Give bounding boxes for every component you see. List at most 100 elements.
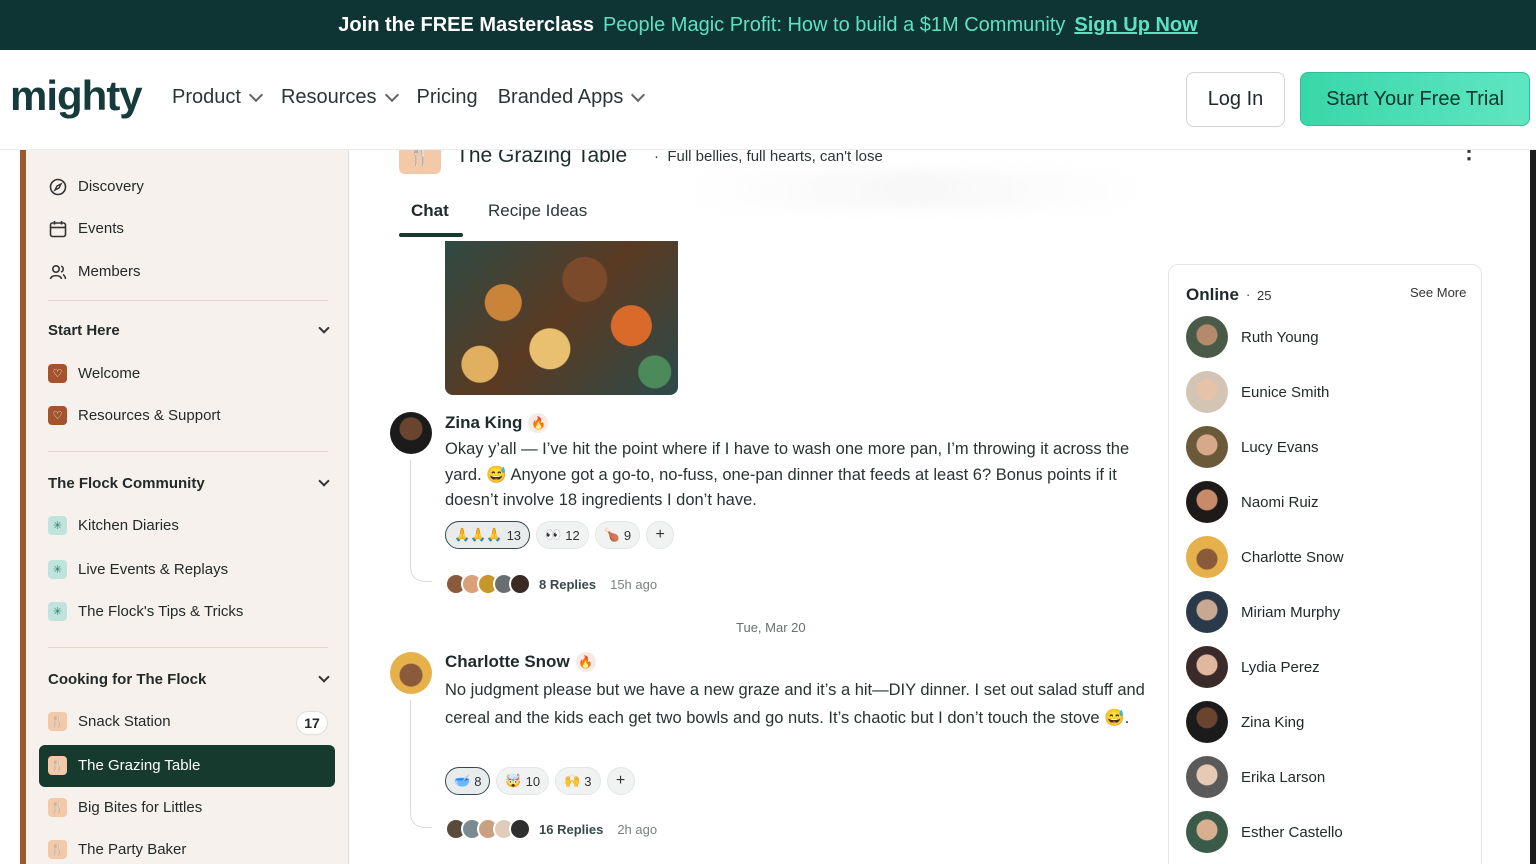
reaction-bowl[interactable]: 🥣 8 — [445, 767, 491, 795]
sidebar-item-label: Discovery — [78, 178, 144, 195]
login-button[interactable]: Log In — [1186, 72, 1285, 127]
reaction-pray[interactable]: 🙏🙏🙏 13 — [445, 521, 531, 549]
member-name: Eunice Smith — [1241, 383, 1330, 401]
reaction-mindblown[interactable]: 🤯 10 — [496, 767, 550, 795]
reply-avatars — [445, 573, 531, 595]
section-start-here[interactable]: Start Here — [48, 321, 330, 339]
reaction-drumstick[interactable]: 🍗 9 — [594, 521, 641, 549]
fire-badge-icon: 🔥 — [575, 652, 596, 672]
reaction-count: 3 — [584, 773, 592, 789]
tab-recipe-ideas[interactable]: Recipe Ideas — [488, 201, 587, 221]
avatar — [1186, 426, 1228, 468]
online-count: 25 — [1257, 288, 1272, 303]
sidebar-item-tips-tricks[interactable]: ✳ The Flock's Tips & Tricks — [48, 602, 243, 621]
avatar[interactable] — [390, 412, 432, 454]
sidebar-item-label: Members — [78, 263, 141, 280]
message-text: No judgment please but we have a new gra… — [445, 681, 1145, 727]
utensils-icon: 🍴 — [48, 798, 67, 817]
chevron-down-icon — [248, 87, 264, 102]
reaction-eyes[interactable]: 👀 12 — [536, 521, 589, 549]
sidebar-item-live-events[interactable]: ✳ Live Events & Replays — [48, 560, 228, 579]
member-name: Charlotte Snow — [1241, 548, 1344, 566]
section-cooking-flock[interactable]: Cooking for The Flock — [48, 670, 330, 688]
see-more-link[interactable]: See More — [1410, 285, 1466, 300]
compass-icon — [48, 177, 67, 196]
tagline-text: Full bellies, full hearts, can't lose — [667, 150, 883, 165]
online-member[interactable]: Lucy Evans — [1186, 426, 1319, 468]
replies-count[interactable]: 16 Replies — [539, 822, 603, 837]
active-tab-indicator — [399, 233, 463, 237]
replies-count[interactable]: 8 Replies — [539, 577, 596, 592]
section-flock-community[interactable]: The Flock Community — [48, 474, 330, 492]
food-image[interactable] — [445, 241, 678, 395]
avatar — [1186, 811, 1228, 853]
sidebar-item-big-bites[interactable]: 🍴 Big Bites for Littles — [48, 798, 202, 817]
channel-tagline: · Full bellies, full hearts, can't lose — [654, 150, 883, 165]
message-author[interactable]: Charlotte Snow 🔥 — [445, 652, 596, 672]
online-member[interactable]: Esther Castello — [1186, 811, 1343, 853]
utensils-icon: 🍴 — [48, 712, 67, 731]
tab-chat[interactable]: Chat — [411, 201, 449, 221]
promo-banner: Join the FREE Masterclass People Magic P… — [0, 0, 1536, 50]
promo-lead: Join the FREE Masterclass — [338, 13, 594, 36]
chevron-down-icon — [318, 474, 330, 487]
avatar — [1186, 701, 1228, 743]
sidebar-item-snack-station[interactable]: 🍴 Snack Station — [48, 712, 171, 731]
reaction-bar: 🥣 8 🤯 10 🙌 3 + — [445, 767, 635, 795]
reaction-count: 13 — [506, 527, 522, 543]
online-member[interactable]: Ruth Young — [1186, 316, 1319, 358]
sidebar-item-members[interactable]: Members — [48, 262, 141, 281]
mighty-logo[interactable]: mighty — [10, 72, 143, 120]
member-name: Lydia Perez — [1241, 658, 1320, 676]
add-reaction-button[interactable]: + — [646, 521, 675, 549]
section-title: Cooking for The Flock — [48, 671, 207, 688]
sidebar-item-welcome[interactable]: ♡ Welcome — [48, 364, 140, 383]
sidebar-item-resources-support[interactable]: ♡ Resources & Support — [48, 406, 221, 425]
nav-product[interactable]: Product — [172, 86, 264, 109]
sidebar-item-events[interactable]: Events — [48, 219, 124, 238]
online-member[interactable]: Erika Larson — [1186, 756, 1325, 798]
sidebar-item-label: Resources & Support — [78, 407, 221, 424]
promo-title: People Magic Profit: How to build a $1M … — [602, 13, 1066, 36]
online-member[interactable]: Naomi Ruiz — [1186, 481, 1319, 523]
more-options-icon[interactable]: ⋮ — [1458, 150, 1480, 162]
sidebar-item-kitchen-diaries[interactable]: ✳ Kitchen Diaries — [48, 516, 179, 535]
start-trial-button[interactable]: Start Your Free Trial — [1300, 72, 1530, 126]
utensils-icon: 🍴 — [48, 840, 67, 859]
sidebar-divider — [48, 647, 328, 648]
heart-icon: ♡ — [48, 406, 67, 425]
channel-title: The Grazing Table — [456, 150, 628, 167]
sidebar-item-label: Events — [78, 220, 124, 237]
message-author[interactable]: Zina King 🔥 — [445, 413, 549, 433]
tagline-separator: · — [654, 150, 659, 165]
sidebar-item-party-baker[interactable]: 🍴 The Party Baker — [48, 840, 186, 859]
nav-branded-apps[interactable]: Branded Apps — [498, 86, 646, 109]
sidebar-item-grazing-table[interactable]: 🍴 The Grazing Table — [48, 756, 200, 775]
chevron-down-icon — [631, 87, 646, 102]
online-member[interactable]: Miriam Murphy — [1186, 591, 1340, 633]
replies-row[interactable]: 16 Replies 2h ago — [445, 818, 657, 840]
online-member[interactable]: Lydia Perez — [1186, 646, 1320, 688]
sidebar-item-label: Big Bites for Littles — [78, 799, 203, 816]
member-name: Erika Larson — [1241, 768, 1326, 786]
reaction-emoji: 🙏🙏🙏 — [454, 527, 503, 542]
promo-signup-link[interactable]: Sign Up Now — [1074, 14, 1197, 37]
sidebar-item-label: Kitchen Diaries — [78, 517, 179, 534]
chevron-down-icon — [384, 87, 399, 102]
reaction-raised-hands[interactable]: 🙌 3 — [555, 767, 601, 795]
online-title: Online — [1186, 285, 1239, 304]
online-member[interactable]: Charlotte Snow — [1186, 536, 1344, 578]
online-member[interactable]: Zina King — [1186, 701, 1304, 743]
nav-resources-label: Resources — [280, 86, 377, 108]
online-member[interactable]: Eunice Smith — [1186, 371, 1329, 413]
people-icon — [48, 262, 67, 281]
nav-pricing[interactable]: Pricing — [417, 86, 478, 109]
replies-row[interactable]: 8 Replies 15h ago — [445, 573, 657, 595]
nav-resources[interactable]: Resources — [280, 86, 399, 109]
avatar — [509, 818, 531, 840]
thread-line — [410, 460, 432, 582]
add-reaction-button[interactable]: + — [606, 767, 635, 795]
avatar[interactable] — [390, 652, 432, 694]
sidebar-item-discovery[interactable]: Discovery — [48, 177, 144, 196]
sidebar: Discovery Events Members Start Here ♡ We… — [26, 150, 349, 864]
